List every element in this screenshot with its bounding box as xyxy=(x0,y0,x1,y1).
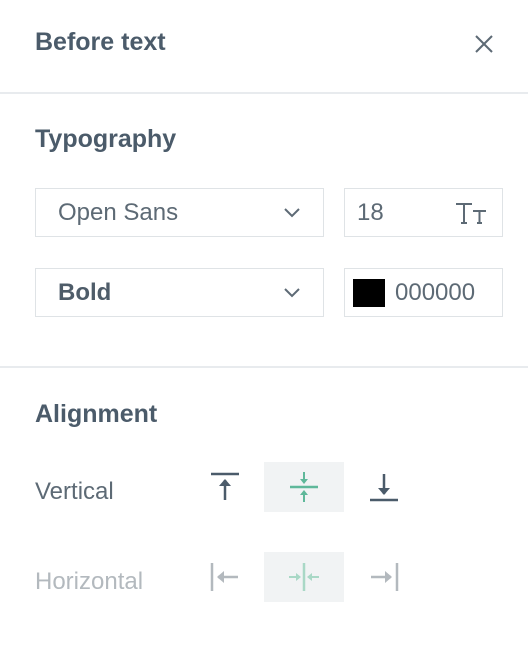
color-swatch[interactable] xyxy=(353,279,385,307)
panel-header: Before text xyxy=(0,0,528,94)
section-divider xyxy=(0,366,528,368)
font-size-value: 18 xyxy=(357,199,384,226)
align-middle-icon xyxy=(290,472,318,502)
vertical-label: Vertical xyxy=(35,478,114,505)
chevron-down-icon xyxy=(284,288,300,298)
align-center-button[interactable] xyxy=(264,552,344,602)
chevron-down-icon xyxy=(284,208,300,218)
alignment-heading: Alignment xyxy=(35,400,158,428)
font-weight-value: Bold xyxy=(58,279,112,306)
text-size-icon[interactable] xyxy=(454,201,488,225)
close-button[interactable] xyxy=(470,30,498,58)
panel-title: Before text xyxy=(35,28,166,56)
font-weight-select[interactable]: Bold xyxy=(35,268,324,317)
align-top-icon xyxy=(211,472,239,500)
font-family-value: Open Sans xyxy=(58,199,179,226)
color-input[interactable]: 000000 xyxy=(344,268,503,317)
horizontal-label: Horizontal xyxy=(35,568,144,595)
align-left-button[interactable] xyxy=(185,552,265,602)
close-icon xyxy=(475,35,493,53)
align-middle-button[interactable] xyxy=(264,462,344,512)
typography-heading: Typography xyxy=(35,125,177,153)
font-size-input[interactable]: 18 xyxy=(344,188,503,237)
align-right-button[interactable] xyxy=(344,552,424,602)
align-top-button[interactable] xyxy=(185,462,265,512)
align-left-icon xyxy=(210,563,238,591)
text-settings-panel: Before text Typography Open Sans 18 Bold… xyxy=(0,0,528,655)
font-family-select[interactable]: Open Sans xyxy=(35,188,324,237)
align-right-icon xyxy=(371,563,399,591)
align-bottom-icon xyxy=(370,474,398,502)
color-hex-value: 000000 xyxy=(395,279,476,306)
align-bottom-button[interactable] xyxy=(344,462,424,512)
align-center-icon xyxy=(289,563,319,591)
